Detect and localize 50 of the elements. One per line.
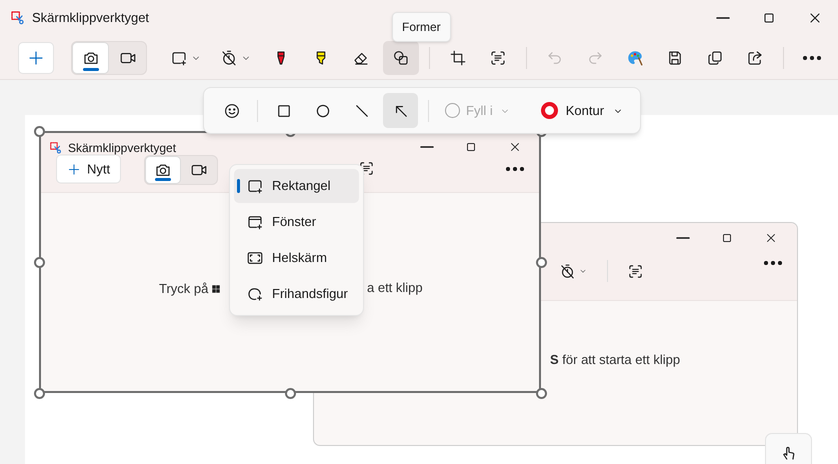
menu-item[interactable]: Frihandsfigur bbox=[234, 277, 359, 311]
timer-off-icon bbox=[220, 48, 238, 66]
new-button[interactable] bbox=[18, 42, 54, 74]
share-icon bbox=[746, 48, 764, 66]
minimize-icon bbox=[715, 17, 731, 19]
minimize-icon bbox=[420, 146, 434, 148]
plus-icon bbox=[67, 162, 81, 176]
freeform-shape-icon bbox=[246, 285, 264, 303]
resize-handle[interactable] bbox=[34, 126, 45, 137]
resize-handle[interactable] bbox=[34, 388, 45, 399]
touch-writing-button[interactable] bbox=[765, 433, 812, 464]
maximize-icon bbox=[464, 140, 478, 154]
rectangle-icon bbox=[246, 177, 264, 195]
more-icon bbox=[803, 56, 821, 60]
crop-icon bbox=[449, 48, 467, 66]
outline-dropdown[interactable]: Kontur bbox=[532, 94, 632, 126]
maximize-icon bbox=[720, 231, 734, 245]
fullscreen-icon bbox=[246, 249, 264, 267]
smiley-icon bbox=[222, 102, 240, 120]
window-icon bbox=[246, 213, 264, 231]
tooltip: Former bbox=[392, 12, 451, 42]
screenshot-mode-tab[interactable] bbox=[72, 42, 109, 74]
screenshot-mode-tab[interactable] bbox=[145, 156, 181, 184]
text-scan-icon bbox=[489, 48, 507, 66]
close-icon bbox=[764, 231, 778, 245]
palette-icon bbox=[626, 48, 644, 66]
plus-icon bbox=[27, 48, 45, 66]
resize-handle[interactable] bbox=[285, 388, 296, 399]
menu-item[interactable]: Rektangel bbox=[234, 169, 359, 203]
menu-item[interactable]: Helskärm bbox=[234, 241, 359, 275]
hint-text: S för att starta ett klipp bbox=[550, 351, 680, 369]
windows-logo-icon bbox=[211, 284, 222, 294]
timer-off-icon bbox=[559, 262, 576, 280]
more-icon bbox=[764, 261, 782, 265]
app-logo-icon bbox=[49, 141, 63, 155]
minimize-icon bbox=[676, 237, 690, 239]
more-icon bbox=[506, 167, 524, 171]
close-icon bbox=[508, 140, 522, 154]
menu-item[interactable]: Fönster bbox=[234, 205, 359, 239]
text-scan-icon bbox=[627, 262, 644, 280]
shapes-icon bbox=[392, 48, 410, 66]
arrow-shape-button[interactable] bbox=[383, 93, 418, 128]
resize-handle[interactable] bbox=[34, 257, 45, 268]
window-title: Skärmklippverktyget bbox=[32, 9, 150, 28]
hint-text: Tryck på bbox=[159, 280, 208, 298]
shapes-button[interactable] bbox=[383, 40, 419, 74]
window-title: Skärmklippverktyget bbox=[68, 140, 176, 157]
copy-icon bbox=[706, 48, 724, 66]
app-logo-icon bbox=[10, 10, 26, 26]
hint-text: a ett klipp bbox=[367, 279, 423, 297]
